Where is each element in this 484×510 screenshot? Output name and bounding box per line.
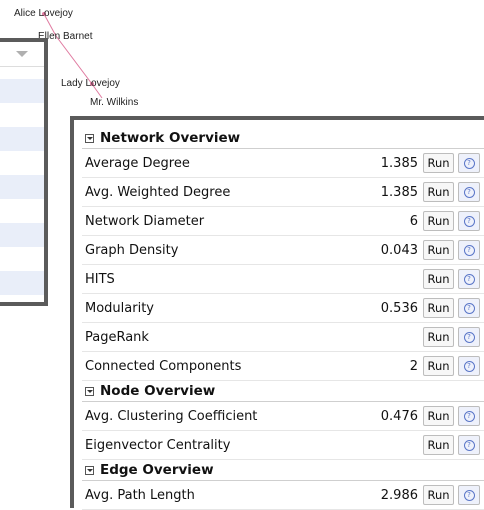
help-circle-icon: ? [463, 410, 475, 422]
help-button[interactable]: ? [458, 269, 480, 289]
stat-value: 0.043 [380, 242, 418, 258]
stat-label: Avg. Weighted Degree [85, 184, 231, 200]
run-button[interactable]: Run [423, 240, 454, 260]
stat-value: 6 [409, 213, 418, 229]
collapse-icon[interactable] [85, 133, 94, 143]
list-item [0, 67, 44, 79]
collapse-icon[interactable] [85, 386, 94, 396]
help-circle-icon: ? [463, 244, 475, 256]
section-header[interactable]: Node Overview [82, 381, 484, 402]
list-item[interactable] [0, 271, 44, 295]
left-panel [0, 38, 48, 306]
help-circle-icon: ? [463, 215, 475, 227]
stat-value: 0.536 [380, 300, 418, 316]
help-button[interactable]: ? [458, 211, 480, 231]
stat-label: Average Degree [85, 155, 190, 171]
list-item[interactable] [0, 247, 44, 271]
stat-row: Modularity 0.536 Run? [82, 294, 484, 323]
stat-row: Graph Density 0.043 Run? [82, 236, 484, 265]
run-button[interactable]: Run [423, 406, 454, 426]
stat-label: Avg. Path Length [85, 487, 195, 503]
list-item[interactable] [0, 175, 44, 199]
help-circle-icon: ? [463, 489, 475, 501]
stat-label: Eigenvector Centrality [85, 437, 231, 453]
run-button[interactable]: Run [423, 298, 454, 318]
stat-value: 2 [409, 358, 418, 374]
statistics-list: Network Overview Average Degree 1.385 Run? A… [82, 128, 484, 510]
section-header[interactable]: Network Overview [82, 128, 484, 149]
stat-value: 2.986 [380, 487, 418, 503]
run-button[interactable]: Run [423, 153, 454, 173]
help-button[interactable]: ? [458, 406, 480, 426]
stat-row: Connected Components 2 Run? [82, 352, 484, 381]
run-button[interactable]: Run [423, 435, 454, 455]
help-button[interactable]: ? [458, 356, 480, 376]
stat-label: PageRank [85, 329, 149, 345]
stat-label: Avg. Clustering Coefficient [85, 408, 258, 424]
graph-edge [55, 35, 93, 85]
run-button[interactable]: Run [423, 211, 454, 231]
graph-node-label[interactable]: Lady Lovejoy [61, 78, 120, 89]
left-panel-dropdown[interactable] [0, 42, 44, 67]
help-button[interactable]: ? [458, 240, 480, 260]
stat-row: PageRank Run? [82, 323, 484, 352]
graph-node-label[interactable]: Mr. Wilkins [90, 97, 138, 108]
list-item[interactable] [0, 103, 44, 127]
section-header[interactable]: Edge Overview [82, 460, 484, 481]
help-circle-icon: ? [463, 186, 475, 198]
help-button[interactable]: ? [458, 327, 480, 347]
stat-value: 1.385 [380, 155, 418, 171]
list-item[interactable] [0, 199, 44, 223]
stat-label: Modularity [85, 300, 154, 316]
list-item[interactable] [0, 151, 44, 175]
stat-row: Eigenvector Centrality Run? [82, 431, 484, 460]
run-button[interactable]: Run [423, 327, 454, 347]
help-button[interactable]: ? [458, 298, 480, 318]
section-title: Network Overview [100, 130, 241, 146]
run-button[interactable]: Run [423, 269, 454, 289]
run-button[interactable]: Run [423, 485, 454, 505]
stat-row: HITS Run? [82, 265, 484, 294]
section-title: Node Overview [100, 383, 216, 399]
graph-node-label[interactable]: Alice Lovejoy [14, 8, 73, 19]
section-title: Edge Overview [100, 462, 214, 478]
help-circle-icon: ? [463, 360, 475, 372]
run-button[interactable]: Run [423, 182, 454, 202]
help-button[interactable]: ? [458, 435, 480, 455]
list-item[interactable] [0, 127, 44, 151]
collapse-icon[interactable] [85, 465, 94, 475]
help-circle-icon: ? [463, 331, 475, 343]
stat-value: 1.385 [380, 184, 418, 200]
help-button[interactable]: ? [458, 485, 480, 505]
list-item[interactable] [0, 79, 44, 103]
help-circle-icon: ? [463, 157, 475, 169]
help-circle-icon: ? [463, 302, 475, 314]
stat-label: HITS [85, 271, 115, 287]
stat-row: Network Diameter 6 Run? [82, 207, 484, 236]
help-button[interactable]: ? [458, 153, 480, 173]
help-button[interactable]: ? [458, 182, 480, 202]
stat-label: Network Diameter [85, 213, 205, 229]
help-circle-icon: ? [463, 439, 475, 451]
stat-label: Graph Density [85, 242, 179, 258]
stat-value: 0.476 [380, 408, 418, 424]
statistics-panel: Network Overview Average Degree 1.385 Run? A… [70, 116, 484, 510]
help-circle-icon: ? [463, 273, 475, 285]
stat-row: Average Degree 1.385 Run? [82, 149, 484, 178]
list-item[interactable] [0, 223, 44, 247]
chevron-down-icon[interactable] [16, 51, 28, 57]
stat-row: Avg. Weighted Degree 1.385 Run? [82, 178, 484, 207]
stat-row: Avg. Clustering Coefficient 0.476 Run? [82, 402, 484, 431]
run-button[interactable]: Run [423, 356, 454, 376]
stat-label: Connected Components [85, 358, 242, 374]
